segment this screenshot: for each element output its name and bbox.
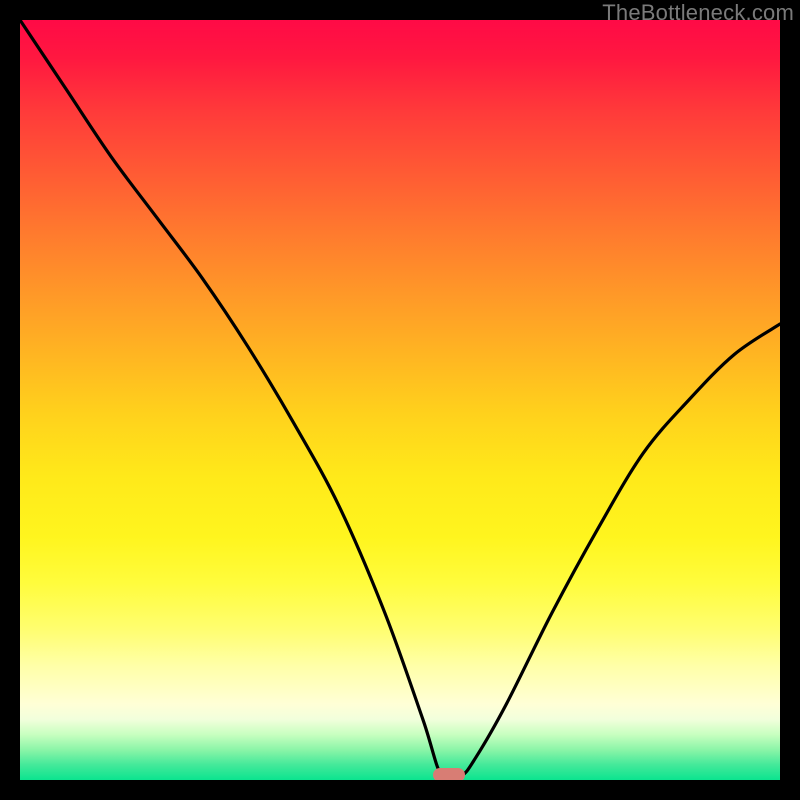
- chart-frame: TheBottleneck.com: [0, 0, 800, 800]
- watermark-text: TheBottleneck.com: [602, 0, 794, 26]
- plot-area: [20, 20, 780, 780]
- bottleneck-curve: [20, 20, 780, 780]
- optimal-marker: [433, 768, 465, 780]
